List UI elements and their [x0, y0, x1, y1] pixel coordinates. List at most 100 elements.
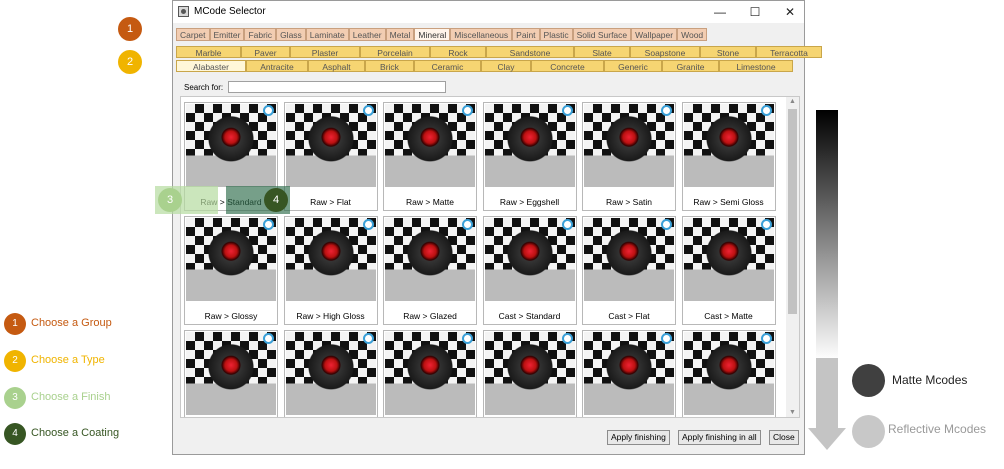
group-tab-miscellaneous[interactable]: Miscellaneous: [450, 28, 513, 41]
group-tab-paint[interactable]: Paint: [512, 28, 540, 41]
magnify-icon[interactable]: [462, 219, 473, 230]
magnify-icon[interactable]: [263, 219, 274, 230]
type-tab-alabaster[interactable]: Alabaster: [176, 60, 246, 72]
group-tab-solid-surface[interactable]: Solid Surface: [572, 28, 632, 41]
material-preview: [186, 218, 276, 301]
magnify-icon[interactable]: [462, 333, 473, 344]
group-tab-leather[interactable]: Leather: [348, 28, 386, 41]
material-preview: [484, 332, 575, 415]
scroll-up-icon[interactable]: ▲: [786, 98, 799, 105]
legend-text: Choose a Group: [31, 317, 112, 329]
legend-number: 2: [4, 350, 26, 372]
type-tab-porcelain[interactable]: Porcelain: [360, 46, 430, 58]
close-window-button[interactable]: ✕: [770, 1, 810, 23]
finish-tile[interactable]: Cast > Matte: [681, 216, 776, 325]
magnify-icon[interactable]: [661, 105, 672, 116]
legend-number: 4: [4, 423, 26, 445]
magnify-icon[interactable]: [561, 105, 573, 116]
magnify-icon[interactable]: [263, 333, 274, 344]
legend-text: Choose a Type: [31, 354, 105, 366]
minimize-button[interactable]: —: [700, 1, 740, 23]
magnify-icon[interactable]: [661, 333, 672, 344]
type-tab-ceramic[interactable]: Ceramic: [414, 60, 481, 72]
apply-finishing-button[interactable]: Apply finishing: [607, 430, 670, 445]
type-tab-asphalt[interactable]: Asphalt: [308, 60, 365, 72]
finish-tile[interactable]: [283, 330, 378, 417]
finish-label: Raw > Satin: [605, 197, 653, 207]
magnify-icon[interactable]: [362, 105, 374, 116]
group-tab-glass[interactable]: Glass: [276, 28, 306, 41]
finish-label: Cast > Standard: [498, 311, 561, 321]
type-tab-generic[interactable]: Generic: [604, 60, 662, 72]
material-preview: [385, 218, 475, 301]
apply-finishing-all-button[interactable]: Apply finishing in all: [678, 430, 761, 445]
material-preview: [385, 104, 475, 187]
badge-finish: 3: [158, 188, 182, 212]
group-tab-fabric[interactable]: Fabric: [244, 28, 277, 41]
scroll-down-icon[interactable]: ▼: [786, 409, 799, 416]
type-tab-soapstone[interactable]: Soapstone: [630, 46, 700, 58]
type-tab-marble[interactable]: Marble: [176, 46, 241, 58]
maximize-button[interactable]: ☐: [735, 1, 775, 23]
material-preview: [584, 332, 674, 415]
group-tab-mineral[interactable]: Mineral: [414, 28, 451, 41]
scroll-thumb[interactable]: [788, 109, 797, 314]
type-tab-antracite[interactable]: Antracite: [246, 60, 308, 72]
magnify-icon[interactable]: [561, 333, 573, 344]
finish-tile[interactable]: [681, 330, 776, 417]
finish-tile[interactable]: [582, 330, 676, 417]
search-input[interactable]: [228, 81, 446, 93]
matte-label: Matte Mcodes: [892, 373, 968, 387]
type-tab-terracotta[interactable]: Terracotta: [756, 46, 822, 58]
type-tab-brick[interactable]: Brick: [365, 60, 414, 72]
finish-tile[interactable]: Raw > High Gloss: [283, 216, 378, 325]
type-tab-stone[interactable]: Stone: [700, 46, 756, 58]
type-tab-rock[interactable]: Rock: [430, 46, 486, 58]
magnify-icon[interactable]: [760, 219, 772, 230]
group-tab-wood[interactable]: Wood: [677, 28, 708, 41]
finish-tile[interactable]: [184, 330, 278, 417]
finish-tile[interactable]: Raw > Satin: [582, 102, 676, 211]
scrollbar[interactable]: ▲ ▼: [786, 97, 799, 417]
matte-dot: [852, 364, 885, 397]
magnify-icon[interactable]: [561, 219, 573, 230]
finish-tile[interactable]: Raw > Glossy: [184, 216, 278, 325]
magnify-icon[interactable]: [362, 219, 374, 230]
type-tab-concrete[interactable]: Concrete: [531, 60, 604, 72]
magnify-icon[interactable]: [661, 219, 672, 230]
type-tab-limestone[interactable]: Limestone: [719, 60, 793, 72]
finish-tile[interactable]: Raw > Matte: [383, 102, 477, 211]
finish-tile[interactable]: Raw > Eggshell: [482, 102, 577, 211]
finish-tile[interactable]: Cast > Flat: [582, 216, 676, 325]
group-tab-plastic[interactable]: Plastic: [539, 28, 573, 41]
group-tab-carpet[interactable]: Carpet: [176, 28, 210, 41]
type-tab-paver[interactable]: Paver: [241, 46, 290, 58]
finish-label: Raw > Flat: [310, 197, 351, 207]
material-preview: [385, 332, 475, 415]
magnify-icon[interactable]: [760, 105, 772, 116]
legend-number: 3: [4, 387, 26, 409]
matte-to-reflective-gradient: [816, 110, 838, 360]
finish-tile[interactable]: [482, 330, 577, 417]
magnify-icon[interactable]: [362, 333, 374, 344]
finish-tile[interactable]: Raw > Semi Gloss: [681, 102, 776, 211]
group-tab-wallpaper[interactable]: Wallpaper: [631, 28, 678, 41]
material-preview: [683, 218, 774, 301]
magnify-icon[interactable]: [760, 333, 772, 344]
finish-tile[interactable]: Raw > Glazed: [383, 216, 477, 325]
type-tab-plaster[interactable]: Plaster: [290, 46, 360, 58]
close-button[interactable]: Close: [769, 430, 799, 445]
finish-tile[interactable]: [383, 330, 477, 417]
group-tab-metal[interactable]: Metal: [385, 28, 415, 41]
type-tab-clay[interactable]: Clay: [481, 60, 531, 72]
type-tab-granite[interactable]: Granite: [662, 60, 719, 72]
group-tab-laminate[interactable]: Laminate: [305, 28, 349, 41]
magnify-icon[interactable]: [263, 105, 274, 116]
group-tab-emitter[interactable]: Emitter: [209, 28, 245, 41]
finish-tile[interactable]: Cast > Standard: [482, 216, 577, 325]
type-tab-sandstone[interactable]: Sandstone: [486, 46, 574, 58]
magnify-icon[interactable]: [462, 105, 473, 116]
finish-tile[interactable]: Raw > Flat: [283, 102, 378, 211]
group-tabs: Carpet Emitter Fabric Glass Laminate Leather M…: [176, 28, 708, 41]
type-tab-slate[interactable]: Slate: [574, 46, 630, 58]
